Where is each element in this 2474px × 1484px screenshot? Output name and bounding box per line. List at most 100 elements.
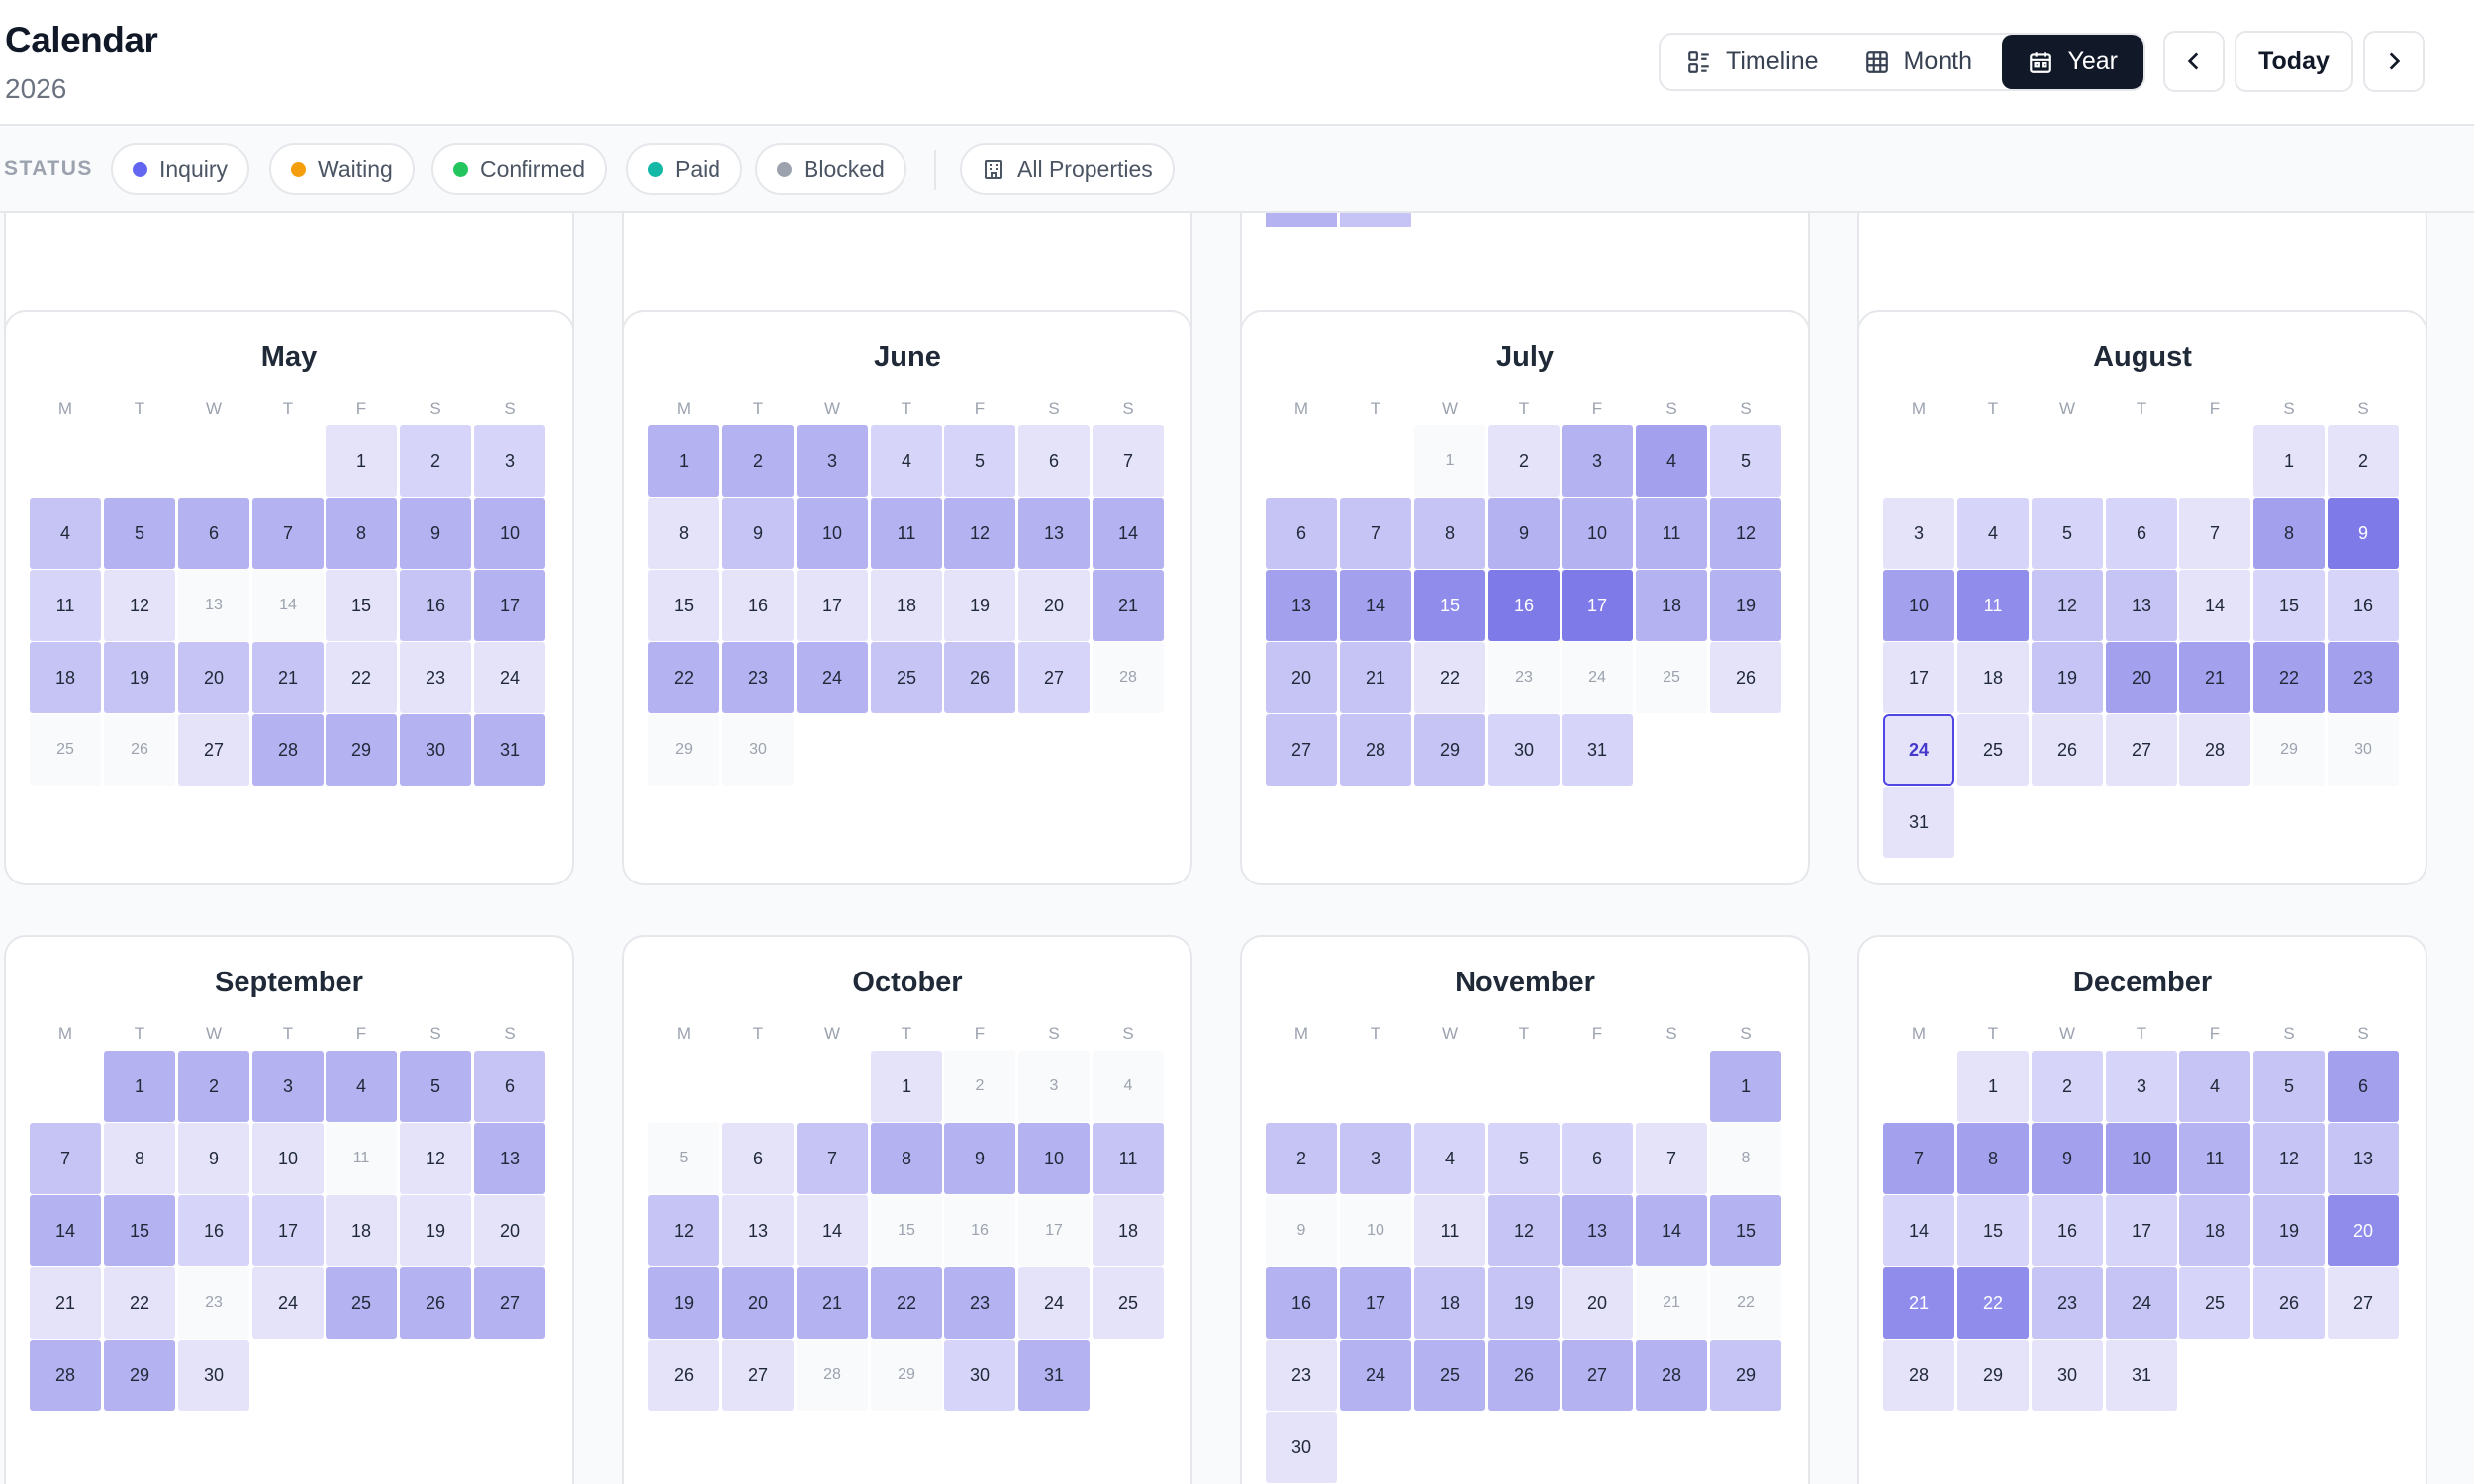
day-cell[interactable]: 5 [2032,498,2103,569]
day-cell[interactable]: 15 [1957,1195,2029,1266]
day-cell[interactable]: 22 [1414,642,1485,713]
day-cell[interactable]: 9 [2328,498,2399,569]
day-cell[interactable]: 28 [30,1340,101,1411]
day-cell[interactable]: 15 [326,570,397,641]
day-cell[interactable]: 5 [104,498,175,569]
day-cell[interactable]: 22 [104,1267,175,1339]
day-cell[interactable]: 12 [104,570,175,641]
partial-day-cell[interactable] [1340,213,1411,227]
day-cell[interactable]: 1 [648,425,719,497]
prev-button[interactable] [2163,31,2225,92]
day-cell[interactable]: 30 [400,714,471,786]
status-chip-confirmed[interactable]: Confirmed [431,143,608,195]
day-cell[interactable]: 19 [2253,1195,2325,1266]
day-cell[interactable]: 19 [1488,1267,1560,1339]
day-cell[interactable]: 31 [1018,1340,1090,1411]
day-cell[interactable]: 27 [1266,714,1337,786]
day-cell[interactable]: 18 [1636,570,1707,641]
day-cell[interactable]: 24 [474,642,545,713]
day-cell[interactable]: 20 [1266,642,1337,713]
day-cell[interactable]: 10 [1018,1123,1090,1194]
day-cell[interactable]: 10 [797,498,868,569]
day-cell[interactable]: 3 [2106,1051,2177,1122]
day-cell[interactable]: 11 [1093,1123,1164,1194]
day-cell[interactable]: 23 [722,642,794,713]
day-cell[interactable]: 14 [30,1195,101,1266]
day-cell[interactable]: 16 [1266,1267,1337,1339]
day-cell[interactable]: 13 [1018,498,1090,569]
day-cell[interactable]: 25 [2179,1267,2250,1339]
day-cell[interactable]: 27 [178,714,249,786]
day-cell[interactable]: 29 [326,714,397,786]
status-chip-blocked[interactable]: Blocked [755,143,906,195]
day-cell[interactable]: 16 [178,1195,249,1266]
day-cell[interactable]: 24 [2106,1267,2177,1339]
day-cell[interactable]: 13 [178,570,249,641]
day-cell[interactable]: 12 [400,1123,471,1194]
day-cell[interactable]: 1 [871,1051,942,1122]
day-cell[interactable]: 19 [104,642,175,713]
day-cell[interactable]: 27 [1562,1340,1633,1411]
day-cell[interactable]: 4 [2179,1051,2250,1122]
day-cell[interactable]: 25 [1957,714,2029,786]
day-cell[interactable]: 5 [400,1051,471,1122]
day-cell[interactable]: 18 [326,1195,397,1266]
day-cell[interactable]: 27 [474,1267,545,1339]
day-cell[interactable]: 22 [648,642,719,713]
day-cell[interactable]: 10 [1562,498,1633,569]
day-cell[interactable]: 6 [722,1123,794,1194]
day-cell[interactable]: 25 [1414,1340,1485,1411]
day-cell[interactable]: 23 [178,1267,249,1339]
day-cell[interactable]: 20 [2328,1195,2399,1266]
day-cell[interactable]: 19 [944,570,1015,641]
day-cell[interactable]: 21 [30,1267,101,1339]
day-cell[interactable]: 4 [30,498,101,569]
day-cell[interactable]: 17 [2106,1195,2177,1266]
day-cell[interactable]: 20 [722,1267,794,1339]
day-cell[interactable]: 17 [797,570,868,641]
properties-filter-button[interactable]: All Properties [960,143,1175,195]
day-cell[interactable]: 14 [1093,498,1164,569]
day-cell[interactable]: 3 [1018,1051,1090,1122]
day-cell[interactable]: 27 [2106,714,2177,786]
day-cell[interactable]: 7 [252,498,324,569]
day-cell[interactable]: 21 [1340,642,1411,713]
day-cell[interactable]: 12 [1710,498,1781,569]
status-chip-paid[interactable]: Paid [626,143,743,195]
day-cell[interactable]: 1 [326,425,397,497]
day-cell[interactable]: 28 [797,1340,868,1411]
day-cell[interactable]: 11 [1636,498,1707,569]
day-cell[interactable]: 25 [1093,1267,1164,1339]
day-cell[interactable]: 15 [1710,1195,1781,1266]
day-cell[interactable]: 9 [2032,1123,2103,1194]
day-cell[interactable]: 2 [400,425,471,497]
day-cell[interactable]: 18 [871,570,942,641]
day-cell[interactable]: 21 [1636,1267,1707,1339]
day-cell[interactable]: 6 [474,1051,545,1122]
day-cell[interactable]: 29 [1957,1340,2029,1411]
day-cell[interactable]: 14 [2179,570,2250,641]
day-cell[interactable]: 16 [2328,570,2399,641]
day-cell[interactable]: 6 [2328,1051,2399,1122]
day-cell[interactable]: 29 [648,714,719,786]
day-cell[interactable]: 16 [400,570,471,641]
day-cell[interactable]: 4 [1957,498,2029,569]
day-cell[interactable]: 31 [1562,714,1633,786]
day-cell[interactable]: 6 [1018,425,1090,497]
day-cell[interactable]: 18 [2179,1195,2250,1266]
day-cell[interactable]: 14 [252,570,324,641]
day-cell[interactable]: 16 [2032,1195,2103,1266]
day-cell[interactable]: 3 [474,425,545,497]
day-cell[interactable]: 2 [2032,1051,2103,1122]
day-cell[interactable]: 4 [1414,1123,1485,1194]
day-cell[interactable]: 24 [252,1267,324,1339]
day-cell[interactable]: 8 [648,498,719,569]
day-cell[interactable]: 14 [797,1195,868,1266]
day-cell[interactable]: 27 [1018,642,1090,713]
day-cell[interactable]: 7 [1340,498,1411,569]
view-timeline-button[interactable]: Timeline [1661,35,1845,89]
day-cell[interactable]: 28 [1883,1340,1954,1411]
day-cell[interactable]: 19 [400,1195,471,1266]
day-cell[interactable]: 8 [104,1123,175,1194]
day-cell[interactable]: 18 [1093,1195,1164,1266]
